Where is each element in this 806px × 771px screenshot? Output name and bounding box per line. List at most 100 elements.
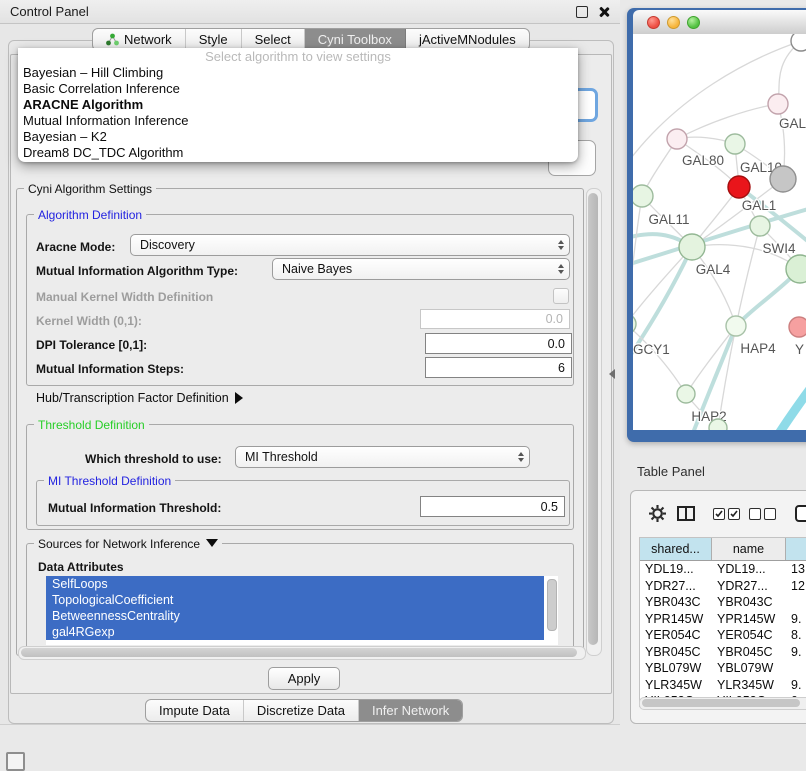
table-horizontal-scrollbar[interactable] [639,697,806,710]
table-row[interactable]: YDR27...YDR27...12 [640,578,806,595]
tab-style[interactable]: Style [186,29,242,50]
table-cell: 12 [786,579,806,593]
panel-splitter-arrow[interactable] [609,369,615,379]
algorithm-dropdown-popup: Select algorithm to view settings Bayesi… [18,48,578,162]
attribute-item-gal4rgexp[interactable]: gal4RGexp [46,624,544,640]
deselect-all-checkboxes-icon[interactable] [749,508,776,520]
sources-group-title[interactable]: Sources for Network Inference [34,537,222,551]
tab-jactivemnodules[interactable]: jActiveMNodules [406,29,529,50]
table-cell: YLR345W [640,678,712,692]
which-threshold-label: Which threshold to use: [85,452,222,466]
settings-horizontal-scrollbar[interactable] [18,646,586,660]
bottom-tab-impute-data-label: Impute Data [159,703,230,718]
table-row[interactable]: YLR345WYLR345W9. [640,677,806,694]
data-attributes-list[interactable]: SelfLoopsTopologicalCoefficientBetweenne… [46,576,558,645]
network-node-gal7[interactable] [768,94,788,114]
table-cell: YER054C [640,628,712,642]
table-row[interactable]: YDL19...YDL19...13 [640,561,806,578]
attribute-item-selfloops[interactable]: SelfLoops [46,576,544,592]
algorithm-option-bayesian-hill-climbing[interactable]: Bayesian – Hill Climbing [18,65,578,81]
network-node-salmon-node[interactable] [789,317,806,337]
network-node-gal10[interactable] [725,134,745,154]
node-table[interactable]: shared...name YDL19...YDL19...13YDR27...… [639,537,806,707]
network-node-gray-node[interactable] [770,166,796,192]
mi-type-combo[interactable]: Naive Bayes [272,258,570,280]
table-cell: YBL079W [640,661,712,675]
mi-steps-field[interactable]: 6 [425,357,572,378]
table-row[interactable]: YER054CYER054C8. [640,627,806,644]
settings-vertical-scroll-thumb[interactable] [588,193,598,645]
attribute-item-topologicalcoefficient[interactable]: TopologicalCoefficient [46,592,544,608]
table-cell: YDR27... [712,579,786,593]
mi-threshold-value: 0.5 [541,500,558,514]
tab-select[interactable]: Select [242,29,305,50]
dpi-tolerance-field[interactable]: 0.0 [425,333,572,354]
network-tab-icon [106,33,119,46]
tab-cyni-toolbox[interactable]: Cyni Toolbox [305,29,406,50]
hub-tf-definition-toggle[interactable]: Hub/Transcription Factor Definition [36,391,243,405]
network-view-window[interactable]: GALGAL80GAL10GAL1GAL11GAL4SWI4HAP4YGCY1H… [627,8,806,442]
aracne-mode-combo[interactable]: Discovery [130,234,570,256]
column-header-name[interactable]: name [712,538,786,560]
network-window-titlebar[interactable] [633,10,806,35]
network-node-node-bottom[interactable] [709,419,727,430]
network-node-gal11[interactable] [633,185,653,207]
algorithm-option-dream8-dc-tdc-algorithm[interactable]: Dream8 DC_TDC Algorithm [18,145,578,161]
settings-horizontal-scroll-thumb[interactable] [21,648,577,657]
table-cell: 9. [786,612,806,626]
close-panel-icon[interactable] [598,6,610,18]
column-header-shared[interactable]: shared... [640,538,712,560]
table-cell: YBL079W [712,661,786,675]
table-horizontal-scroll-thumb[interactable] [642,699,800,707]
network-node-label-salmon-node: Y [795,342,804,357]
algorithm-option-bayesian-k2[interactable]: Bayesian – K2 [18,129,578,145]
tab-network-label: Network [124,32,172,47]
aracne-mode-value: Discovery [140,238,195,252]
which-threshold-combo[interactable]: MI Threshold [235,446,530,468]
attribute-item-betweennesscentrality[interactable]: BetweennessCentrality [46,608,544,624]
table-row[interactable]: YBR045CYBR045C9. [640,644,806,661]
collapsed-arrow-icon [235,392,243,404]
table-cell: YDL19... [640,562,712,576]
combo-spinner-icon [558,240,564,250]
mi-threshold-field[interactable]: 0.5 [420,496,565,517]
network-node-gal1[interactable] [728,176,750,198]
table-row[interactable]: YBR043CYBR043C [640,594,806,611]
table-row[interactable]: YBL079WYBL079W [640,660,806,677]
manual-kernel-checkbox[interactable] [553,288,569,304]
bottom-tab-discretize-data[interactable]: Discretize Data [244,700,359,721]
aracne-mode-label: Aracne Mode: [36,240,115,254]
bottom-tab-infer-network[interactable]: Infer Network [359,700,462,721]
show-columns-icon[interactable] [677,506,695,521]
attribute-list-scrollbar[interactable] [547,579,557,631]
zoom-traffic-light-icon[interactable] [687,16,700,29]
data-attributes-label: Data Attributes [38,560,124,574]
settings-vertical-scrollbar[interactable] [586,188,602,656]
network-node-hap2[interactable] [677,385,695,403]
close-traffic-light-icon[interactable] [647,16,660,29]
minimize-traffic-light-icon[interactable] [667,16,680,29]
network-graph[interactable]: GALGAL80GAL10GAL1GAL11GAL4SWI4HAP4YGCY1H… [633,34,806,430]
tab-network[interactable]: Network [93,29,186,50]
algorithm-option-mutual-information-inference[interactable]: Mutual Information Inference [18,113,578,129]
column-header-cut[interactable] [786,538,806,560]
apply-button[interactable]: Apply [268,667,340,690]
kernel-width-label: Kernel Width (0,1): [36,314,142,328]
table-settings-gear-icon[interactable] [649,505,666,522]
network-node-node-mid[interactable] [750,216,770,236]
bottom-tab-impute-data[interactable]: Impute Data [146,700,244,721]
algorithm-option-aracne-algorithm[interactable]: ARACNE Algorithm [18,97,578,113]
threshold-definition-title: Threshold Definition [34,418,149,432]
algorithm-option-basic-correlation-inference[interactable]: Basic Correlation Inference [18,81,578,97]
float-panel-icon[interactable] [576,6,588,18]
network-node-label-gal11: GAL11 [648,212,689,227]
table-function-icon[interactable] [795,505,806,522]
table-row[interactable]: YPR145WYPR145W9. [640,611,806,628]
kernel-width-field[interactable]: 0.0 [420,309,570,329]
network-node-hap4[interactable] [726,316,746,336]
network-node-gal4[interactable] [679,234,705,260]
network-node-gal80[interactable] [667,129,687,149]
select-all-checkboxes-icon[interactable] [713,508,740,520]
table-body: YDL19...YDL19...13YDR27...YDR27...12YBR0… [640,561,806,707]
network-canvas[interactable]: GALGAL80GAL10GAL1GAL11GAL4SWI4HAP4YGCY1H… [633,34,806,430]
